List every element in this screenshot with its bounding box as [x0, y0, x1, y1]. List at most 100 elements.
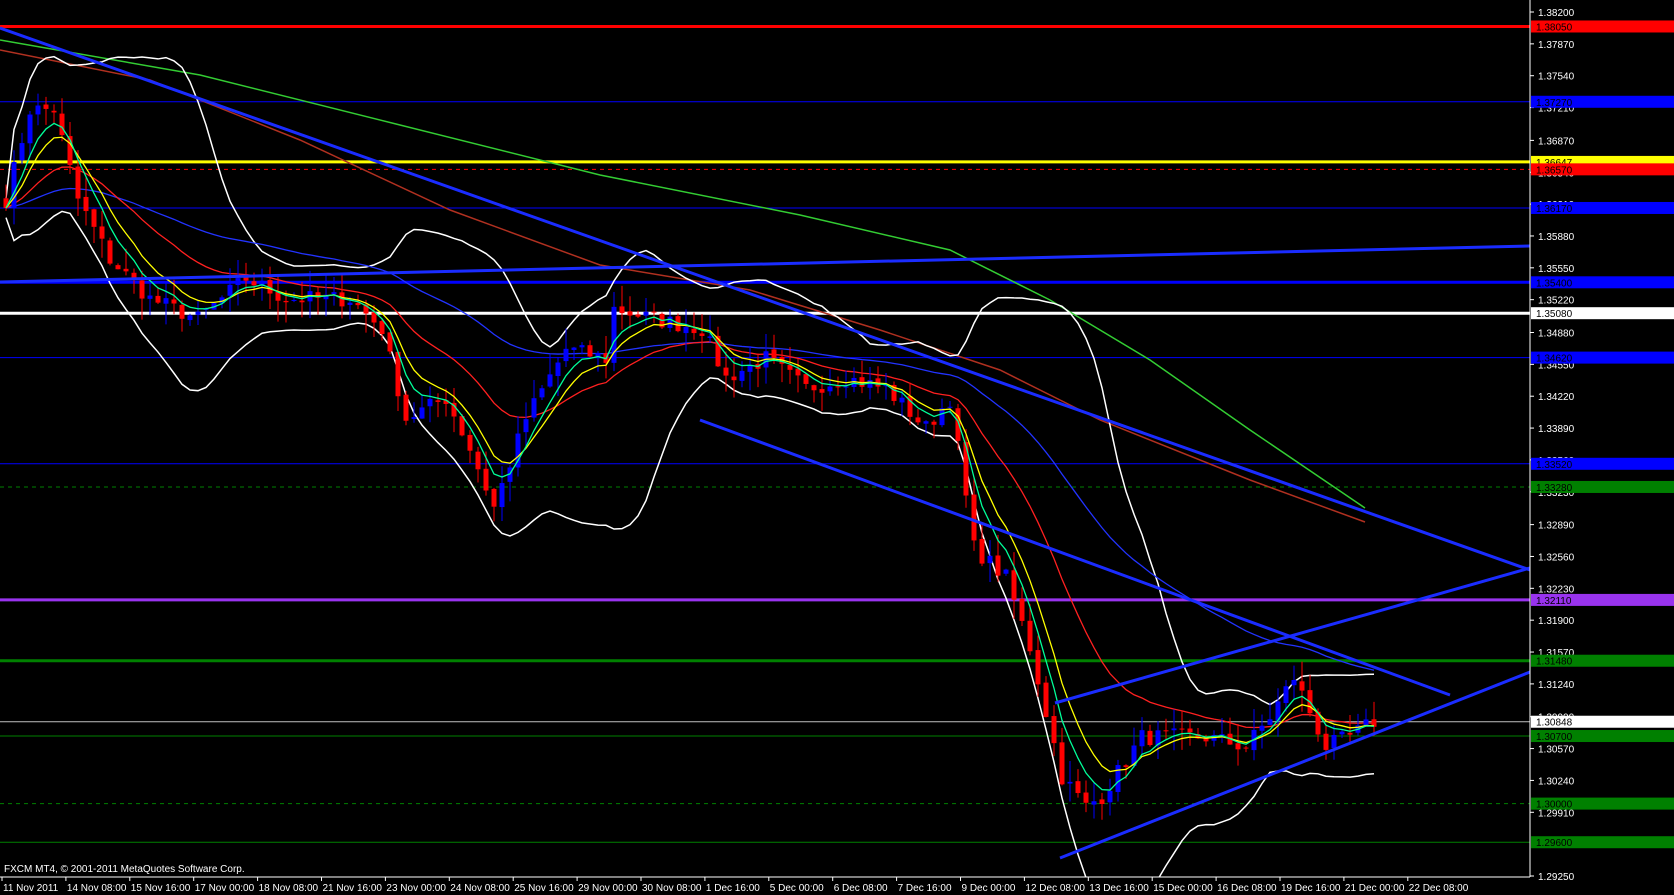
candle-body	[419, 407, 425, 419]
candle-body	[155, 295, 161, 303]
candle-body	[1147, 730, 1153, 746]
candle-body	[1059, 742, 1065, 785]
candle-body	[427, 398, 433, 407]
candle	[91, 208, 97, 244]
candle-body	[59, 113, 65, 136]
candle	[1019, 587, 1025, 627]
candle-body	[923, 421, 929, 424]
price-axis-label: 1.35220	[1538, 296, 1575, 307]
candle	[811, 384, 817, 403]
price-axis-label: 1.32560	[1538, 552, 1575, 563]
candle	[1155, 721, 1161, 760]
level-price-label: 1.33280	[1536, 483, 1573, 494]
level-price-label: 1.34620	[1536, 354, 1573, 365]
candle-body	[83, 196, 89, 212]
candle-body	[1283, 686, 1289, 704]
candle-body	[1187, 728, 1193, 733]
level-price-label: 1.37270	[1536, 98, 1573, 109]
candle-body	[379, 321, 385, 334]
candle-body	[651, 311, 657, 313]
trendline	[1059, 670, 1530, 860]
candle	[187, 313, 193, 326]
ema-8-line	[5, 136, 1375, 773]
price-axis-label: 1.35880	[1538, 232, 1575, 243]
price-axis-label: 1.37540	[1538, 72, 1575, 83]
candle-body	[11, 162, 17, 208]
ema-5-line	[5, 122, 1375, 791]
candle-body	[91, 209, 97, 227]
level-price-label: 1.35400	[1536, 278, 1573, 289]
candle-body	[811, 385, 817, 391]
time-axis-label: 9 Dec 00:00	[962, 883, 1016, 894]
time-axis-label: 13 Dec 16:00	[1089, 883, 1149, 894]
trendline	[699, 418, 1451, 697]
price-axis-label: 1.34220	[1538, 392, 1575, 403]
candle	[971, 477, 977, 551]
price-axis-label: 1.32890	[1538, 521, 1575, 532]
candle	[1275, 688, 1281, 737]
candle-body	[299, 300, 305, 303]
candle-body	[723, 367, 729, 376]
candle	[875, 366, 881, 394]
candle-body	[931, 421, 937, 425]
candle	[235, 259, 241, 306]
candle	[1179, 710, 1185, 750]
candle-body	[107, 240, 113, 264]
candle-body	[1115, 765, 1121, 793]
candle	[1355, 713, 1361, 736]
candle	[427, 386, 433, 423]
candle-body	[171, 299, 177, 304]
level-price-label: 1.36570	[1536, 165, 1573, 176]
candle	[979, 524, 985, 567]
candle-body	[1267, 719, 1273, 725]
candle-body	[555, 362, 561, 377]
candle-body	[1323, 733, 1329, 750]
candle	[539, 384, 545, 401]
time-axis-label: 12 Dec 08:00	[1025, 883, 1085, 894]
candle	[227, 268, 233, 312]
candle	[707, 315, 713, 343]
candle	[43, 96, 49, 125]
candle	[51, 104, 57, 124]
candle-body	[371, 312, 377, 323]
candle	[579, 342, 585, 355]
level-price-label: 1.38050	[1536, 22, 1573, 33]
candle	[1171, 709, 1177, 751]
candle-body	[843, 386, 849, 388]
level-price-label: 1.35080	[1536, 309, 1573, 320]
bollinger-upper-line	[5, 55, 1375, 706]
candle-body	[563, 348, 569, 362]
time-axis-label: 21 Nov 16:00	[323, 883, 383, 894]
candle	[891, 381, 897, 406]
candle	[1267, 702, 1273, 726]
price-chart[interactable]: 1.382001.378701.375401.372101.368701.365…	[0, 0, 1674, 895]
candle	[1043, 676, 1049, 718]
level-price-label: 1.33520	[1536, 460, 1573, 471]
candle-body	[235, 278, 241, 286]
candle	[411, 402, 417, 423]
price-axis-label: 1.36870	[1538, 136, 1575, 147]
candle-body	[1075, 781, 1081, 794]
candle	[491, 487, 497, 522]
candle-body	[467, 434, 473, 451]
candle-body	[291, 299, 297, 301]
candle	[1083, 780, 1089, 813]
candle	[1339, 729, 1345, 739]
candle-body	[1347, 732, 1353, 735]
candle-body	[1091, 801, 1097, 805]
candle	[1035, 635, 1041, 697]
candle	[339, 273, 345, 319]
candle	[563, 328, 569, 367]
candle-body	[75, 166, 81, 199]
candle-body	[475, 451, 481, 470]
candle	[755, 353, 761, 388]
time-axis-label: 15 Dec 00:00	[1153, 883, 1213, 894]
time-axis-label: 22 Dec 08:00	[1409, 883, 1469, 894]
candle	[547, 354, 553, 388]
level-price-label: 1.36170	[1536, 204, 1573, 215]
candle-body	[947, 406, 953, 408]
candle	[499, 466, 505, 522]
candle	[611, 291, 617, 372]
candle	[819, 375, 825, 411]
candle	[107, 237, 113, 266]
